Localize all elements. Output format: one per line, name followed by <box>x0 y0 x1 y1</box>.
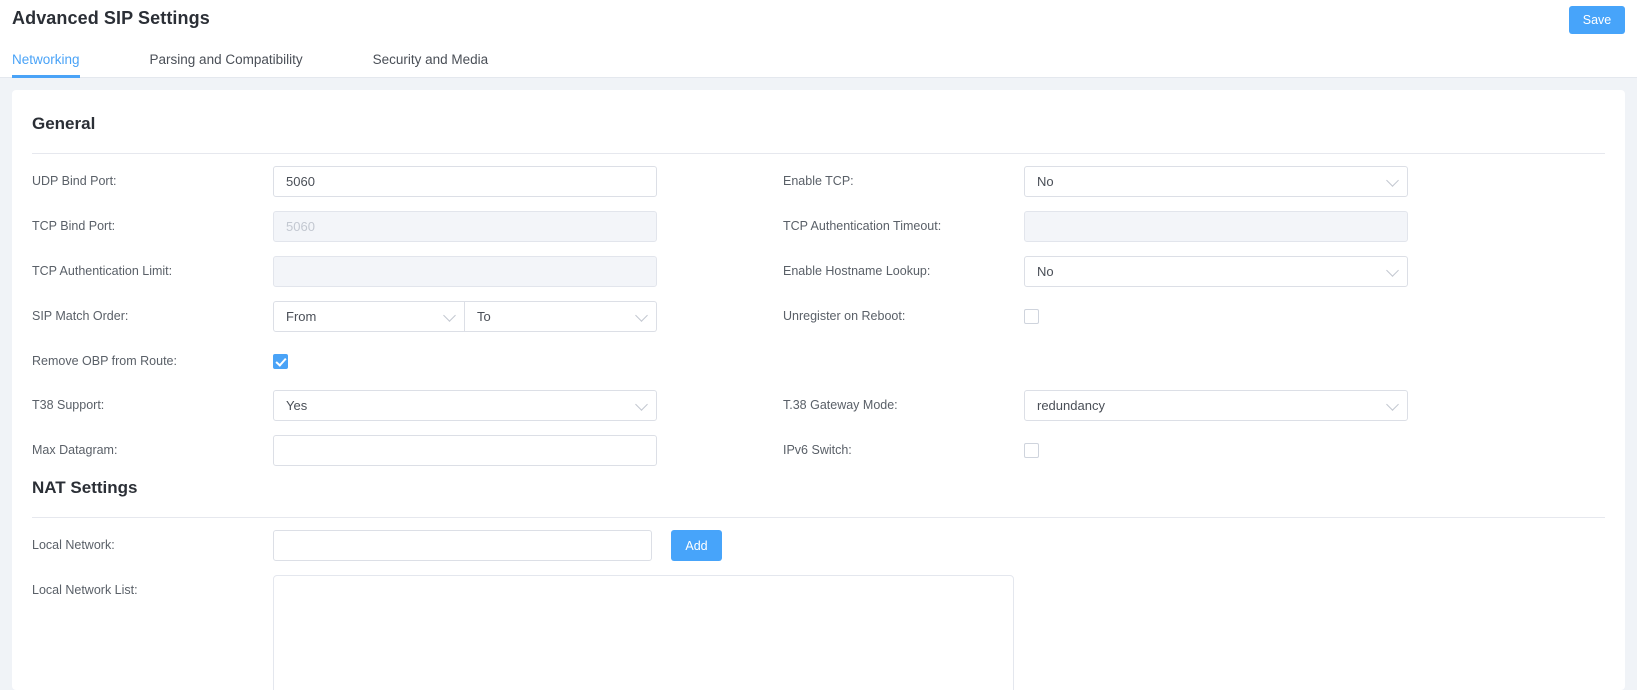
select-t38-gateway-mode-value: redundancy <box>1037 398 1105 413</box>
label-unregister-on-reboot: Unregister on Reboot: <box>783 309 906 323</box>
label-local-network-list: Local Network List: <box>32 583 138 597</box>
section-title-general: General <box>32 114 96 133</box>
save-button[interactable]: Save <box>1569 6 1625 34</box>
select-enable-hostname-lookup-value: No <box>1037 264 1054 279</box>
chevron-down-icon <box>443 308 456 322</box>
section-divider-nat <box>32 517 1605 518</box>
select-t38-support-value: Yes <box>286 398 308 413</box>
label-local-network: Local Network: <box>32 538 115 552</box>
chevron-down-icon <box>1386 173 1399 187</box>
add-local-network-button[interactable]: Add <box>671 530 722 561</box>
select-sip-match-order-second-value: To <box>477 309 491 324</box>
label-enable-hostname-lookup: Enable Hostname Lookup: <box>783 264 931 278</box>
page-header: Advanced SIP Settings Save Networking Pa… <box>0 0 1637 78</box>
textarea-local-network-list[interactable] <box>273 575 1014 690</box>
label-tcp-authentication-timeout: TCP Authentication Timeout: <box>783 219 942 233</box>
select-sip-match-order-second[interactable]: To <box>465 301 657 332</box>
chevron-down-icon <box>635 308 648 322</box>
select-enable-tcp[interactable]: No <box>1024 166 1408 197</box>
tab-parsing-and-compatibility[interactable]: Parsing and Compatibility <box>150 52 303 77</box>
input-local-network[interactable] <box>273 530 652 561</box>
chevron-down-icon <box>1386 263 1399 277</box>
label-udp-bind-port: UDP Bind Port: <box>32 174 117 188</box>
section-title-nat-settings: NAT Settings <box>32 478 138 497</box>
label-tcp-bind-port: TCP Bind Port: <box>32 219 116 233</box>
select-t38-support[interactable]: Yes <box>273 390 657 421</box>
label-ipv6-switch: IPv6 Switch: <box>783 443 852 457</box>
select-sip-match-order-first[interactable]: From <box>273 301 465 332</box>
label-t38-gateway-mode: T.38 Gateway Mode: <box>783 398 898 412</box>
checkbox-ipv6-switch[interactable] <box>1024 443 1039 458</box>
input-tcp-authentication-timeout <box>1024 211 1408 242</box>
label-sip-match-order: SIP Match Order: <box>32 309 129 323</box>
tab-networking[interactable]: Networking <box>12 52 80 78</box>
label-t38-support: T38 Support: <box>32 398 105 412</box>
input-tcp-bind-port: 5060 <box>273 211 657 242</box>
input-max-datagram[interactable] <box>273 435 657 466</box>
input-tcp-authentication-limit <box>273 256 657 287</box>
page-title: Advanced SIP Settings <box>12 8 210 28</box>
select-sip-match-order-first-value: From <box>286 309 317 324</box>
checkbox-remove-obp-from-route[interactable] <box>273 354 288 369</box>
select-enable-hostname-lookup[interactable]: No <box>1024 256 1408 287</box>
label-enable-tcp: Enable TCP: <box>783 174 854 188</box>
input-udp-bind-port[interactable]: 5060 <box>273 166 657 197</box>
chevron-down-icon <box>635 397 648 411</box>
select-enable-tcp-value: No <box>1037 174 1054 189</box>
tab-bar: Networking Parsing and Compatibility Sec… <box>0 39 1637 78</box>
tab-security-and-media[interactable]: Security and Media <box>373 52 489 77</box>
section-divider-general <box>32 153 1605 154</box>
settings-card: General UDP Bind Port: 5060 Enable TCP: … <box>12 90 1625 690</box>
select-t38-gateway-mode[interactable]: redundancy <box>1024 390 1408 421</box>
checkbox-unregister-on-reboot[interactable] <box>1024 309 1039 324</box>
label-tcp-authentication-limit: TCP Authentication Limit: <box>32 264 173 278</box>
chevron-down-icon <box>1386 397 1399 411</box>
label-remove-obp-from-route: Remove OBP from Route: <box>32 354 177 368</box>
label-max-datagram: Max Datagram: <box>32 443 118 457</box>
